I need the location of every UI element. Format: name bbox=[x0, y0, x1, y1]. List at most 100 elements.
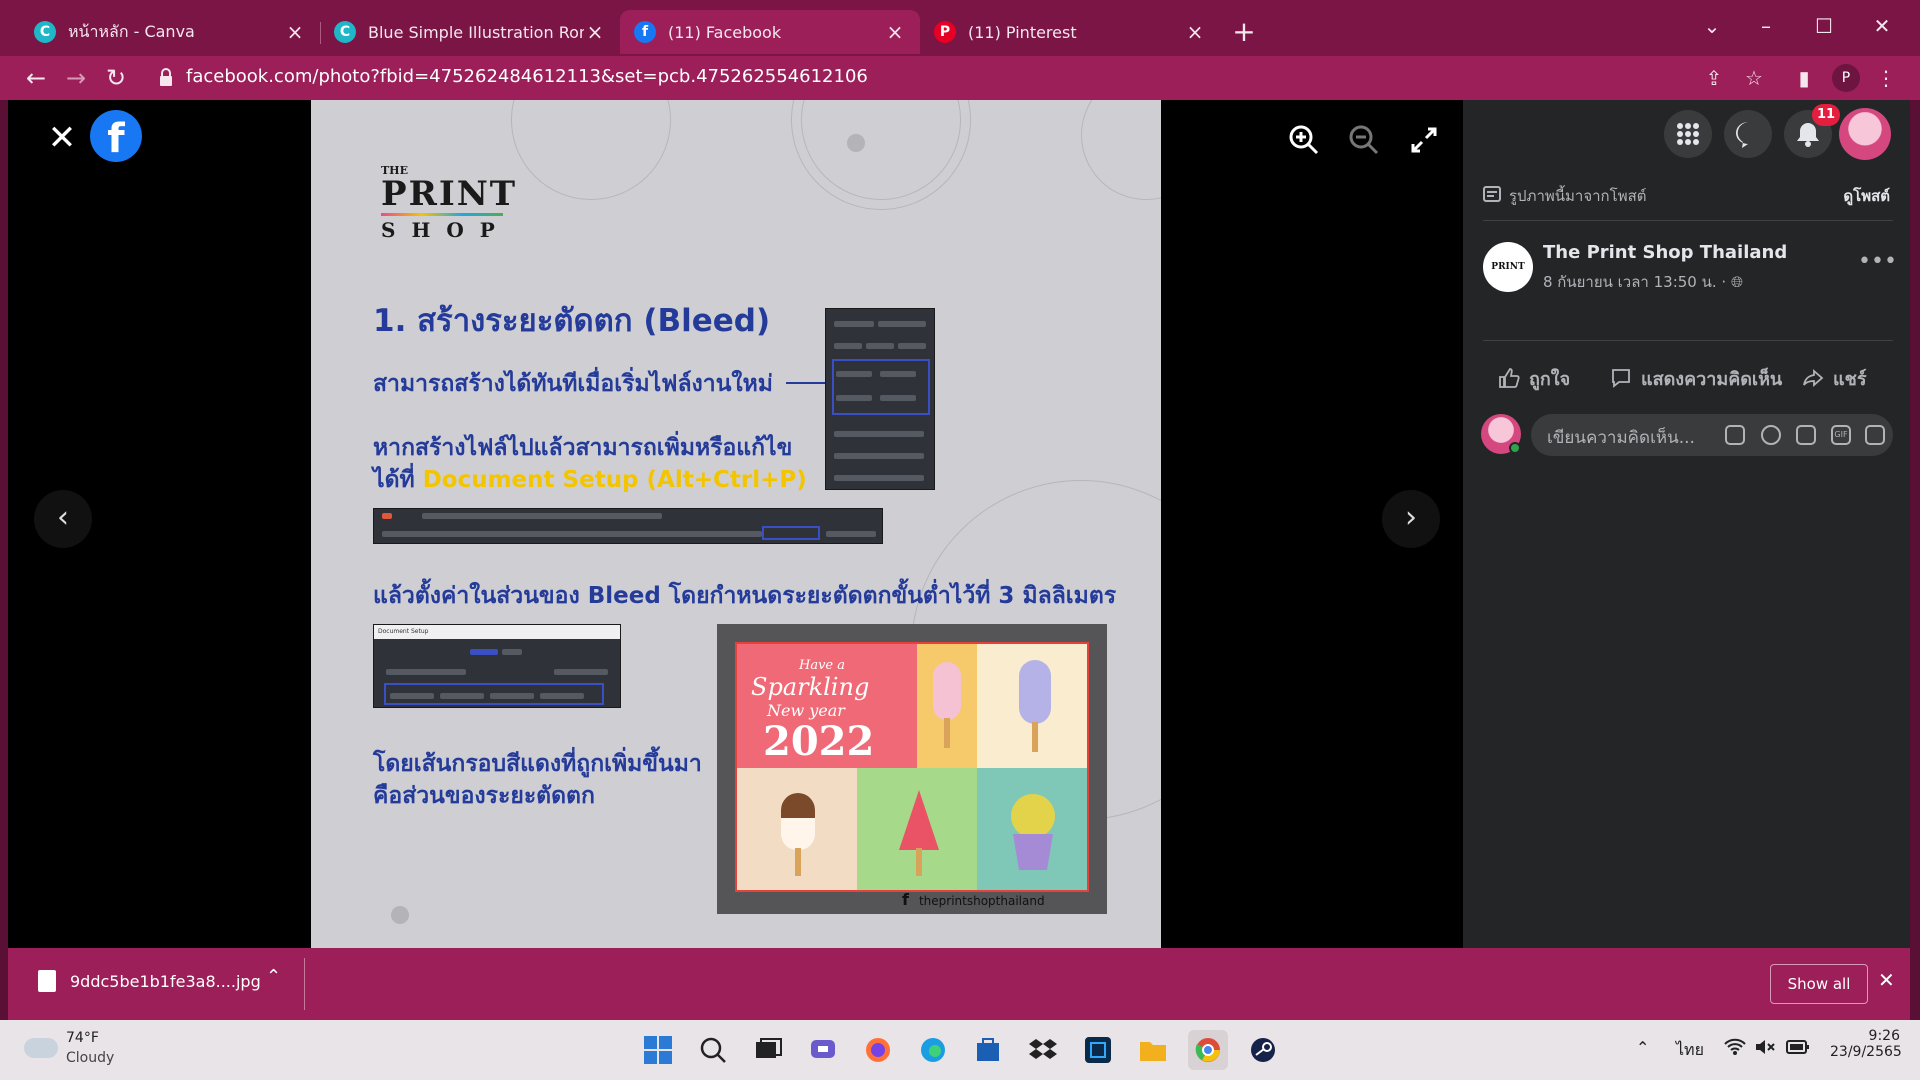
teams-chat-icon[interactable] bbox=[803, 1030, 843, 1070]
close-download-shelf-icon[interactable]: ✕ bbox=[1878, 968, 1895, 992]
page-name-link[interactable]: The Print Shop Thailand bbox=[1543, 242, 1787, 263]
profile-avatar[interactable]: P bbox=[1832, 64, 1860, 92]
chevron-up-icon[interactable]: ⌃ bbox=[266, 966, 281, 987]
window-close-button[interactable]: ✕ bbox=[1860, 8, 1904, 44]
greeting-sparkling: Sparkling bbox=[751, 673, 870, 701]
minimize-button[interactable]: – bbox=[1744, 8, 1788, 44]
chrome-icon[interactable] bbox=[1188, 1030, 1228, 1070]
reload-button[interactable]: ↻ bbox=[96, 56, 136, 100]
tab-title: (11) Pinterest bbox=[968, 22, 1077, 42]
decor-dot bbox=[847, 134, 865, 152]
dropbox-icon[interactable] bbox=[1023, 1030, 1063, 1070]
close-viewer-button[interactable]: ✕ bbox=[40, 116, 84, 160]
maximize-button[interactable]: ☐ bbox=[1802, 8, 1846, 44]
document-setup-title: Document Setup bbox=[374, 625, 620, 639]
share-button[interactable]: แชร์ bbox=[1801, 362, 1867, 394]
speaker-muted-icon[interactable] bbox=[1754, 1038, 1776, 1060]
page-avatar[interactable]: PRINT bbox=[1483, 242, 1533, 292]
tab-search-chevron-icon[interactable]: ⌄ bbox=[1690, 8, 1734, 44]
online-status-dot bbox=[1509, 442, 1521, 454]
gif-icon[interactable]: GIF bbox=[1831, 425, 1851, 445]
tab-close-icon[interactable]: × bbox=[1184, 20, 1206, 44]
start-button[interactable] bbox=[638, 1030, 678, 1070]
tab-close-icon[interactable]: × bbox=[584, 20, 606, 44]
instruction-text: ได้ที่ bbox=[373, 467, 423, 493]
document-setup-highlight: Document Setup (Alt+Ctrl+P) bbox=[422, 467, 807, 493]
emoji-icon[interactable] bbox=[1761, 425, 1781, 445]
screen: C หน้าหลัก - Canva × C Blue Simple Illus… bbox=[0, 0, 1920, 1080]
zoom-in-icon[interactable] bbox=[1284, 120, 1324, 160]
side-panel-icon[interactable]: ▮ bbox=[1784, 56, 1824, 100]
illustrator-menubar-screenshot bbox=[373, 508, 883, 544]
more-options-button[interactable]: ••• bbox=[1858, 251, 1897, 280]
previous-photo-button[interactable]: ‹ bbox=[34, 490, 92, 548]
file-explorer-icon[interactable] bbox=[1133, 1030, 1173, 1070]
forward-button[interactable]: → bbox=[56, 56, 96, 100]
like-button[interactable]: ถูกใจ bbox=[1497, 362, 1570, 394]
cloud-icon[interactable] bbox=[24, 1038, 58, 1058]
address-bar[interactable]: facebook.com/photo?fbid=475262484612113&… bbox=[150, 60, 1760, 96]
avatar-sticker-icon[interactable] bbox=[1725, 425, 1745, 445]
tab-title: Blue Simple Illustration Romance bbox=[368, 22, 584, 42]
weather-temperature[interactable]: 74°F bbox=[66, 1030, 99, 1046]
facebook-favicon-icon: f bbox=[634, 21, 656, 43]
input-language[interactable]: ไทย bbox=[1676, 1038, 1704, 1063]
search-icon[interactable] bbox=[693, 1030, 733, 1070]
timestamp-text: 8 กันยายน เวลา 13:50 น. · bbox=[1543, 273, 1727, 291]
photoshop-icon[interactable] bbox=[1078, 1030, 1118, 1070]
decor-dot bbox=[391, 906, 409, 924]
comment-placeholder: เขียนความคิดเห็น... bbox=[1547, 428, 1695, 448]
messenger-icon bbox=[1736, 122, 1755, 148]
show-hidden-icons-chevron-icon[interactable]: ⌃ bbox=[1636, 1038, 1649, 1057]
tab-blue-simple[interactable]: C Blue Simple Illustration Romance × bbox=[320, 10, 620, 54]
firefox-icon[interactable] bbox=[858, 1030, 898, 1070]
system-clock[interactable]: 9:26 23/9/2565 bbox=[1830, 1028, 1902, 1060]
account-avatar[interactable] bbox=[1839, 108, 1891, 160]
instruction-line-4b: คือส่วนของระยะตัดตก bbox=[373, 783, 595, 809]
fullscreen-icon[interactable] bbox=[1404, 120, 1444, 160]
facebook-logo-icon[interactable]: f bbox=[90, 110, 142, 162]
bookmark-star-icon[interactable]: ☆ bbox=[1734, 56, 1774, 100]
tab-facebook[interactable]: f (11) Facebook × bbox=[620, 10, 920, 54]
messenger-button[interactable] bbox=[1724, 110, 1772, 158]
globe-icon: 🌐︎ bbox=[1730, 273, 1743, 291]
bleed-example-card: Have a Sparkling New year 2022 f theprint… bbox=[717, 624, 1107, 914]
post-timestamp[interactable]: 8 กันยายน เวลา 13:50 น. · 🌐︎ bbox=[1543, 270, 1743, 294]
next-photo-button[interactable]: › bbox=[1382, 490, 1440, 548]
browser-toolbar: ← → ↻ facebook.com/photo?fbid=4752624846… bbox=[0, 56, 1920, 100]
divider bbox=[1483, 220, 1893, 221]
menu-grid-button[interactable] bbox=[1664, 110, 1712, 158]
store-icon[interactable] bbox=[968, 1030, 1008, 1070]
instruction-line-1: สามารถสร้างได้ทันทีเมื่อเริ่มไฟล์งานใหม่ bbox=[373, 371, 773, 397]
tab-canva-home[interactable]: C หน้าหลัก - Canva × bbox=[20, 10, 320, 54]
from-post-label: รูปภาพนี้มาจากโพสต์ bbox=[1509, 187, 1647, 205]
divider bbox=[304, 958, 305, 1010]
tab-pinterest[interactable]: P (11) Pinterest × bbox=[920, 10, 1220, 54]
browser-tab-bar: C หน้าหลัก - Canva × C Blue Simple Illus… bbox=[0, 0, 1920, 60]
clock-date: 23/9/2565 bbox=[1830, 1044, 1902, 1060]
weather-condition[interactable]: Cloudy bbox=[66, 1050, 114, 1066]
sticker-icon[interactable] bbox=[1865, 425, 1885, 445]
comment-input[interactable]: เขียนความคิดเห็น... GIF bbox=[1531, 414, 1893, 456]
new-document-dialog-screenshot bbox=[825, 308, 935, 490]
browser-menu-icon[interactable]: ⋮ bbox=[1866, 56, 1906, 100]
see-post-link[interactable]: ดูโพสต์ bbox=[1843, 184, 1890, 208]
tab-close-icon[interactable]: × bbox=[284, 20, 306, 44]
facebook-handle: theprintshopthailand bbox=[918, 894, 1045, 908]
tab-title: (11) Facebook bbox=[668, 22, 782, 42]
download-file-name[interactable]: 9ddc5be1b1fe3a8....jpg bbox=[70, 972, 261, 991]
back-button[interactable]: ← bbox=[16, 56, 56, 100]
share-page-icon[interactable]: ⇪ bbox=[1694, 56, 1734, 100]
camera-icon[interactable] bbox=[1796, 425, 1816, 445]
tab-close-icon[interactable]: × bbox=[884, 20, 906, 44]
new-tab-button[interactable]: + bbox=[1228, 14, 1260, 50]
wifi-icon[interactable] bbox=[1724, 1038, 1746, 1060]
comment-button[interactable]: แสดงความคิดเห็น bbox=[1609, 362, 1782, 394]
task-view-icon[interactable] bbox=[748, 1030, 788, 1070]
edge-icon[interactable] bbox=[913, 1030, 953, 1070]
steam-icon[interactable] bbox=[1243, 1030, 1283, 1070]
battery-icon[interactable] bbox=[1786, 1038, 1810, 1060]
decor-circle bbox=[1081, 100, 1161, 200]
zoom-out-icon[interactable] bbox=[1344, 120, 1384, 160]
show-all-button[interactable]: Show all bbox=[1770, 964, 1868, 1004]
